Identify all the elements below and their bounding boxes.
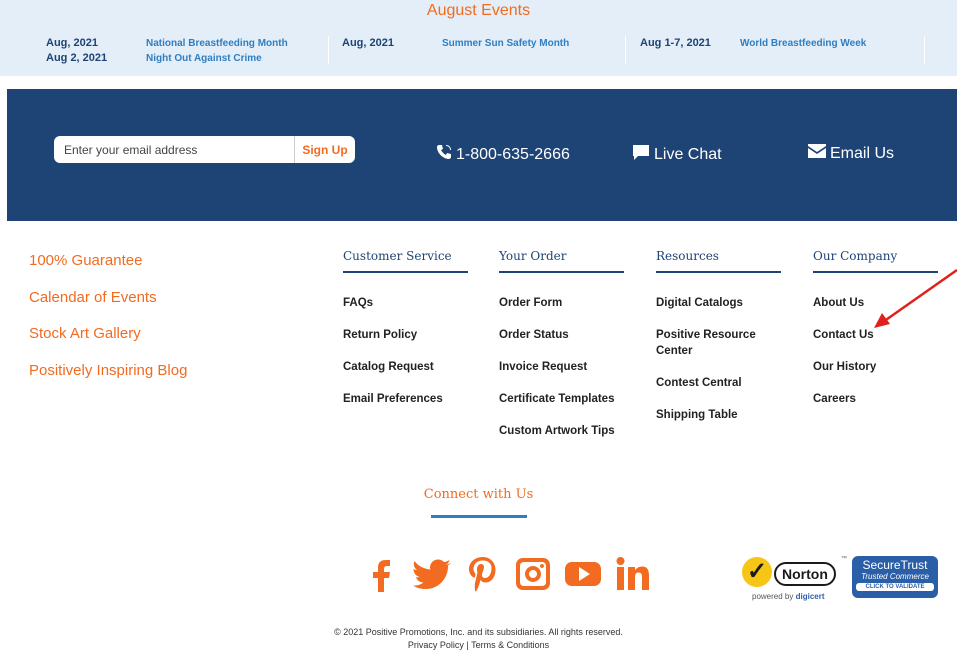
phone-link[interactable]: 1-800-635-2666: [436, 144, 570, 165]
social-links: [362, 554, 654, 594]
copyright-text: © 2021 Positive Promotions, Inc. and its…: [334, 627, 623, 637]
event-link-summer-sun-safety-month[interactable]: Summer Sun Safety Month: [442, 36, 569, 51]
events-title: August Events: [426, 2, 531, 19]
our-history-link[interactable]: Our History: [813, 361, 876, 373]
terms-link[interactable]: Terms & Conditions: [471, 640, 549, 650]
email-input[interactable]: [54, 136, 294, 163]
connect-underline: [431, 515, 527, 518]
facebook-icon[interactable]: [362, 554, 404, 594]
email-us-link[interactable]: Email Us: [808, 144, 894, 163]
norton-checkmark-icon: ✓: [742, 557, 772, 587]
copyright-block: © 2021 Positive Promotions, Inc. and its…: [0, 626, 957, 652]
event-link-national-breastfeeding-month[interactable]: National Breastfeeding Month: [146, 36, 288, 51]
live-chat-link[interactable]: Live Chat: [632, 144, 722, 166]
contest-central-link[interactable]: Contest Central: [656, 377, 742, 389]
column-heading: Customer Service: [343, 249, 468, 273]
event-date: Aug 1-7, 2021: [640, 37, 711, 49]
our-company-column: Our Company About Us Contact Us Our Hist…: [813, 249, 938, 423]
envelope-icon: [808, 144, 826, 163]
newsletter-form: Sign Up: [54, 136, 355, 163]
customer-service-column: Customer Service FAQs Return Policy Cata…: [343, 249, 468, 423]
resources-column: Resources Digital Catalogs Positive Reso…: [656, 249, 781, 439]
events-strip: August Events Aug, 2021 Aug 2, 2021 Nati…: [0, 0, 957, 76]
securetrust-validate: CLICK TO VALIDATE: [856, 583, 934, 591]
shipping-table-link[interactable]: Shipping Table: [656, 409, 738, 421]
phone-icon: [436, 144, 452, 165]
event-divider: [328, 36, 329, 64]
event-link-world-breastfeeding-week[interactable]: World Breastfeeding Week: [740, 36, 866, 51]
column-heading: Our Company: [813, 249, 938, 273]
norton-trademark: ™: [841, 556, 847, 562]
norton-badge[interactable]: ✓ Norton ™ powered by digicert: [742, 552, 848, 604]
stock-art-gallery-link[interactable]: Stock Art Gallery: [29, 325, 187, 362]
digicert-wordmark: digicert: [795, 592, 825, 601]
invoice-request-link[interactable]: Invoice Request: [499, 361, 587, 373]
calendar-of-events-link[interactable]: Calendar of Events: [29, 289, 187, 326]
instagram-icon[interactable]: [512, 554, 554, 594]
column-heading: Your Order: [499, 249, 624, 273]
footer-left-links: 100% Guarantee Calendar of Events Stock …: [29, 252, 187, 398]
email-preferences-link[interactable]: Email Preferences: [343, 393, 443, 405]
event-divider: [625, 36, 626, 64]
column-heading: Resources: [656, 249, 781, 273]
twitter-icon[interactable]: [412, 554, 454, 594]
positive-resource-center-link[interactable]: Positive Resource Center: [656, 329, 756, 357]
about-us-link[interactable]: About Us: [813, 297, 864, 309]
securetrust-subtitle: Trusted Commerce: [861, 572, 929, 581]
guarantee-link[interactable]: 100% Guarantee: [29, 252, 187, 289]
pinterest-icon[interactable]: [462, 554, 504, 594]
newsletter-band: Sign Up 1-800-635-2666 Live Chat Email U…: [7, 89, 957, 221]
phone-number: 1-800-635-2666: [456, 145, 570, 163]
norton-wordmark: Norton: [774, 562, 836, 586]
your-order-column: Your Order Order Form Order Status Invoi…: [499, 249, 624, 455]
linkedin-icon[interactable]: [612, 554, 654, 594]
digital-catalogs-link[interactable]: Digital Catalogs: [656, 297, 743, 309]
event-block-2: Aug, 2021 Summer Sun Safety Month: [342, 36, 569, 51]
order-form-link[interactable]: Order Form: [499, 297, 562, 309]
order-status-link[interactable]: Order Status: [499, 329, 569, 341]
event-divider: [924, 36, 925, 64]
return-policy-link[interactable]: Return Policy: [343, 329, 417, 341]
securetrust-badge[interactable]: SecureTrust Trusted Commerce CLICK TO VA…: [852, 556, 938, 598]
event-block-1: Aug, 2021 Aug 2, 2021 National Breastfee…: [46, 36, 288, 66]
event-date: Aug, 2021: [342, 37, 394, 49]
catalog-request-link[interactable]: Catalog Request: [343, 361, 434, 373]
sign-up-button[interactable]: Sign Up: [295, 136, 355, 163]
event-date: Aug 2, 2021: [46, 52, 108, 64]
contact-us-link[interactable]: Contact Us: [813, 329, 874, 341]
event-date: Aug, 2021: [46, 37, 98, 49]
youtube-icon[interactable]: [562, 554, 604, 594]
live-chat-label: Live Chat: [654, 146, 722, 163]
chat-bubble-icon: [632, 144, 650, 166]
event-block-3: Aug 1-7, 2021 World Breastfeeding Week: [640, 36, 866, 51]
email-us-label: Email Us: [830, 144, 895, 162]
securetrust-title: SecureTrust: [862, 558, 928, 572]
footer-divider: |: [466, 640, 469, 650]
careers-link[interactable]: Careers: [813, 393, 856, 405]
event-link-night-out-against-crime[interactable]: Night Out Against Crime: [146, 51, 288, 66]
certificate-templates-link[interactable]: Certificate Templates: [499, 393, 614, 405]
blog-link[interactable]: Positively Inspiring Blog: [29, 362, 187, 399]
norton-powered-by: powered by digicert: [752, 592, 825, 601]
faqs-link[interactable]: FAQs: [343, 297, 373, 309]
custom-artwork-tips-link[interactable]: Custom Artwork Tips: [499, 425, 615, 437]
privacy-policy-link[interactable]: Privacy Policy: [408, 640, 464, 650]
connect-heading: Connect with Us: [423, 487, 534, 502]
